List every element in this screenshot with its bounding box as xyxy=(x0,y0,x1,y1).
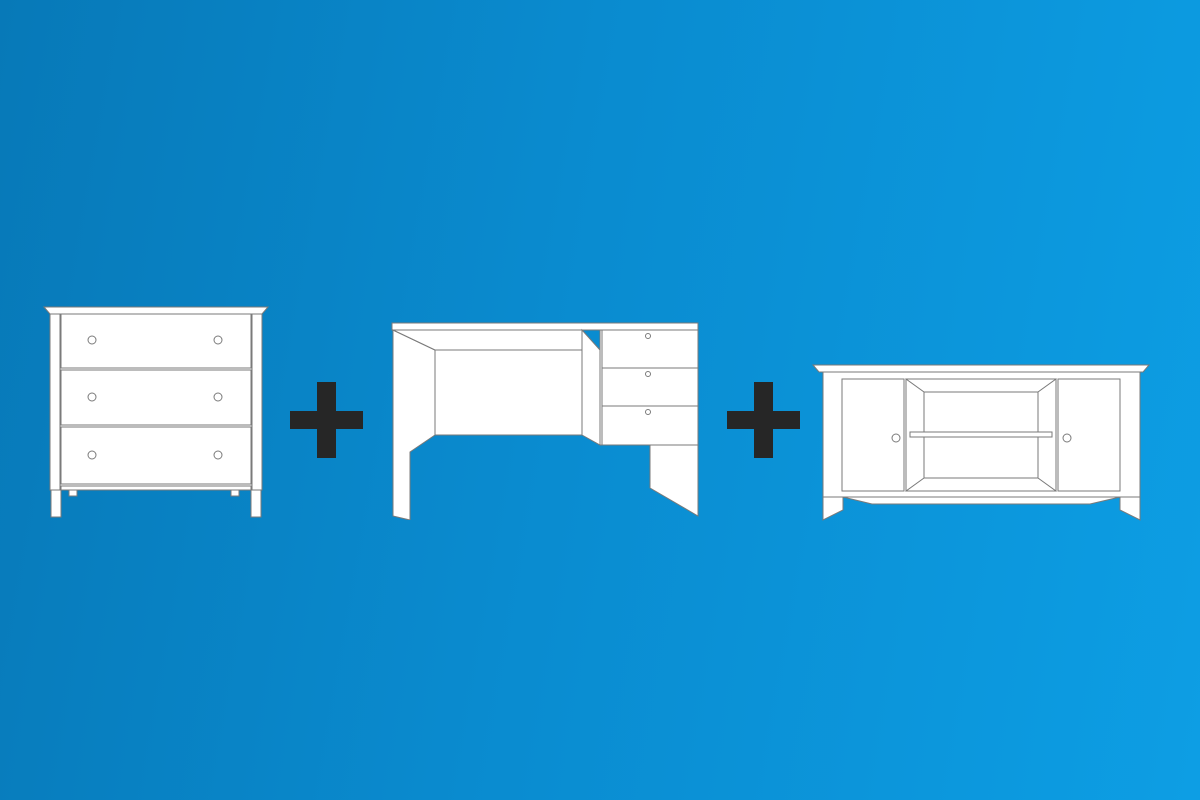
tv-stand-icon xyxy=(811,364,1151,521)
tv-stand-shelf xyxy=(909,431,1053,438)
desk-icon xyxy=(391,322,699,520)
furniture-combination-illustration xyxy=(0,0,1200,800)
dresser-icon xyxy=(42,306,270,518)
plus-icon xyxy=(727,382,800,458)
plus-icon xyxy=(290,382,363,458)
